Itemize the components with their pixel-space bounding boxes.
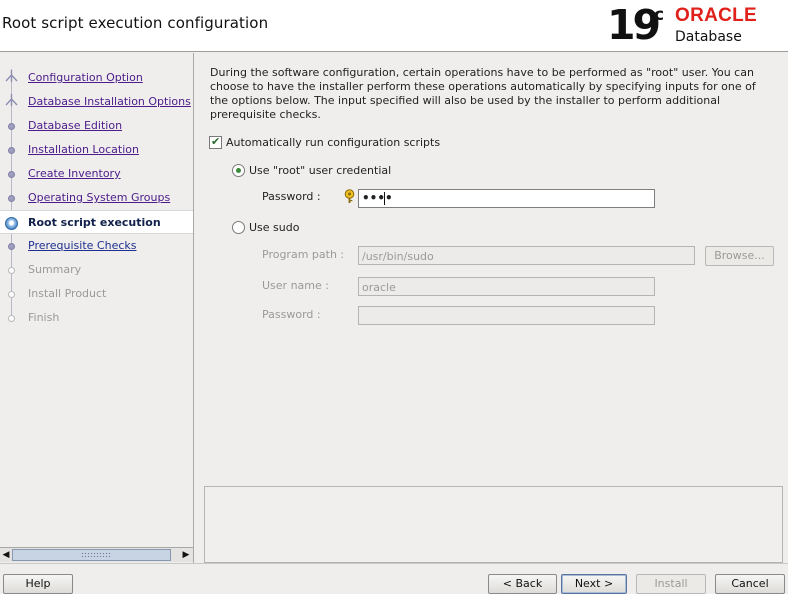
cancel-button[interactable]: Cancel <box>715 574 785 594</box>
step-dot-icon <box>8 171 15 178</box>
step-dot-icon <box>8 147 15 154</box>
oracle-logo: ORACLE <box>675 5 758 26</box>
nav-item-label: Finish <box>28 311 60 324</box>
sudo-password-label: Password : <box>262 308 321 321</box>
step-dot-icon <box>8 291 15 298</box>
auto-run-label[interactable]: Automatically run configuration scripts <box>226 136 440 149</box>
nav-item-label[interactable]: Database Installation Options <box>28 95 191 108</box>
nav-item-operating-system-groups[interactable]: Operating System Groups <box>0 186 193 210</box>
password-value: •••• <box>362 191 393 205</box>
nav-item-installation-location[interactable]: Installation Location <box>0 138 193 162</box>
step-fork-icon <box>5 70 18 82</box>
nav-item-label[interactable]: Operating System Groups <box>28 191 170 204</box>
step-dot-icon <box>8 267 15 274</box>
nav-item-label[interactable]: Root script execution <box>28 216 161 229</box>
nav-item-database-edition[interactable]: Database Edition <box>0 114 193 138</box>
logo-version-suffix: c <box>654 5 665 25</box>
step-dot-icon <box>8 243 15 250</box>
nav-item-create-inventory[interactable]: Create Inventory <box>0 162 193 186</box>
sudo-label[interactable]: Use sudo <box>249 221 299 234</box>
step-dot-icon <box>8 123 15 130</box>
step-dot-icon <box>8 195 15 202</box>
nav-item-database-installation-options[interactable]: Database Installation Options <box>0 90 193 114</box>
sudo-radio[interactable] <box>232 221 245 234</box>
step-navigator: Configuration Option Database Installati… <box>0 53 194 563</box>
root-credential-label[interactable]: Use "root" user credential <box>249 164 391 177</box>
scroll-left-icon[interactable]: ◀ <box>0 549 12 561</box>
intro-text: During the software configuration, certa… <box>210 66 756 121</box>
checkmark-icon: ✔ <box>211 135 221 148</box>
current-step-icon <box>5 217 18 230</box>
sudo-password-field[interactable] <box>358 306 655 325</box>
key-hint-icon <box>344 189 355 203</box>
page-title: Root script execution configuration <box>2 14 269 32</box>
nav-item-label: Summary <box>28 263 82 276</box>
password-label: Password : <box>262 190 321 203</box>
grip-icon <box>81 552 111 558</box>
footer-divider <box>0 563 788 564</box>
nav-item-label[interactable]: Configuration Option <box>28 71 143 84</box>
nav-item-finish: Finish <box>0 306 193 330</box>
step-dot-icon <box>8 315 15 322</box>
program-path-field[interactable]: /usr/bin/sudo <box>358 246 695 265</box>
nav-item-label[interactable]: Database Edition <box>28 119 122 132</box>
password-field[interactable]: •••• <box>358 189 655 208</box>
nav-item-label[interactable]: Installation Location <box>28 143 139 156</box>
step-fork-icon <box>5 94 18 106</box>
scroll-right-icon[interactable]: ▶ <box>180 549 192 561</box>
scrollbar-thumb[interactable] <box>12 549 171 561</box>
program-path-label: Program path : <box>262 248 345 261</box>
nav-item-label[interactable]: Create Inventory <box>28 167 121 180</box>
nav-item-install-product: Install Product <box>0 282 193 306</box>
nav-item-label[interactable]: Prerequisite Checks <box>28 239 136 252</box>
radio-selected-icon <box>236 168 241 173</box>
message-area <box>204 486 783 563</box>
back-button[interactable]: < Back <box>488 574 557 594</box>
nav-item-configuration-option[interactable]: Configuration Option <box>0 66 193 90</box>
nav-item-root-script-execution[interactable]: Root script execution <box>0 210 193 234</box>
root-credential-radio[interactable] <box>232 164 245 177</box>
user-name-label: User name : <box>262 279 329 292</box>
text-caret <box>384 192 385 205</box>
browse-button[interactable]: Browse... <box>705 246 774 266</box>
next-button[interactable]: Next > <box>561 574 627 594</box>
logo-version: 19 <box>607 1 661 49</box>
header: Root script execution configuration 19 c… <box>0 0 788 52</box>
help-button[interactable]: Help <box>3 574 73 594</box>
nav-item-prerequisite-checks[interactable]: Prerequisite Checks <box>0 234 193 258</box>
user-name-field[interactable]: oracle <box>358 277 655 296</box>
auto-run-checkbox[interactable]: ✔ <box>209 135 222 149</box>
nav-item-label: Install Product <box>28 287 107 300</box>
install-button[interactable]: Install <box>636 574 706 594</box>
nav-item-summary: Summary <box>0 258 193 282</box>
logo-product: Database <box>675 29 742 45</box>
nav-horizontal-scrollbar[interactable]: ◀ ▶ <box>0 547 193 562</box>
